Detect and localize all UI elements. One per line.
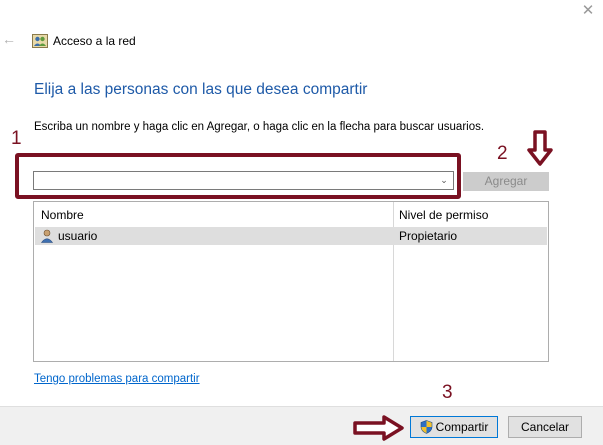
user-name-combobox[interactable]: ⌄ xyxy=(33,171,454,190)
share-button[interactable]: Compartir xyxy=(410,416,498,438)
column-divider[interactable] xyxy=(393,202,394,361)
window-title: Acceso a la red xyxy=(53,34,136,48)
user-icon xyxy=(40,229,54,243)
permission-level-cell[interactable]: Propietario xyxy=(399,229,457,243)
network-users-icon xyxy=(32,34,48,48)
share-button-label: Compartir xyxy=(435,420,489,434)
column-header-name[interactable]: Nombre xyxy=(41,208,84,222)
table-row[interactable]: usuario Propietario xyxy=(35,227,547,245)
back-button[interactable]: ← xyxy=(2,30,18,48)
arrow-right-annotation-icon xyxy=(353,415,404,441)
sharing-help-link[interactable]: Tengo problemas para compartir xyxy=(34,373,200,385)
annotation-number-1: 1 xyxy=(11,128,22,149)
close-button[interactable]: ✕ xyxy=(579,2,597,20)
add-button[interactable]: Agregar xyxy=(463,172,549,191)
annotation-number-3: 3 xyxy=(442,382,453,403)
user-name-cell: usuario xyxy=(58,229,98,243)
user-name-input[interactable] xyxy=(36,173,431,188)
chevron-down-icon[interactable]: ⌄ xyxy=(438,173,450,188)
arrow-down-annotation-icon xyxy=(527,130,553,166)
instruction-text: Escriba un nombre y haga clic en Agregar… xyxy=(34,121,485,133)
annotation-number-2: 2 xyxy=(497,143,508,164)
page-heading: Elija a las personas con las que desea c… xyxy=(34,81,368,98)
column-header-permission[interactable]: Nivel de permiso xyxy=(399,208,488,222)
cancel-button[interactable]: Cancelar xyxy=(508,416,582,438)
uac-shield-icon xyxy=(420,420,432,434)
permissions-list[interactable]: Nombre Nivel de permiso usuario Propieta… xyxy=(33,201,549,362)
